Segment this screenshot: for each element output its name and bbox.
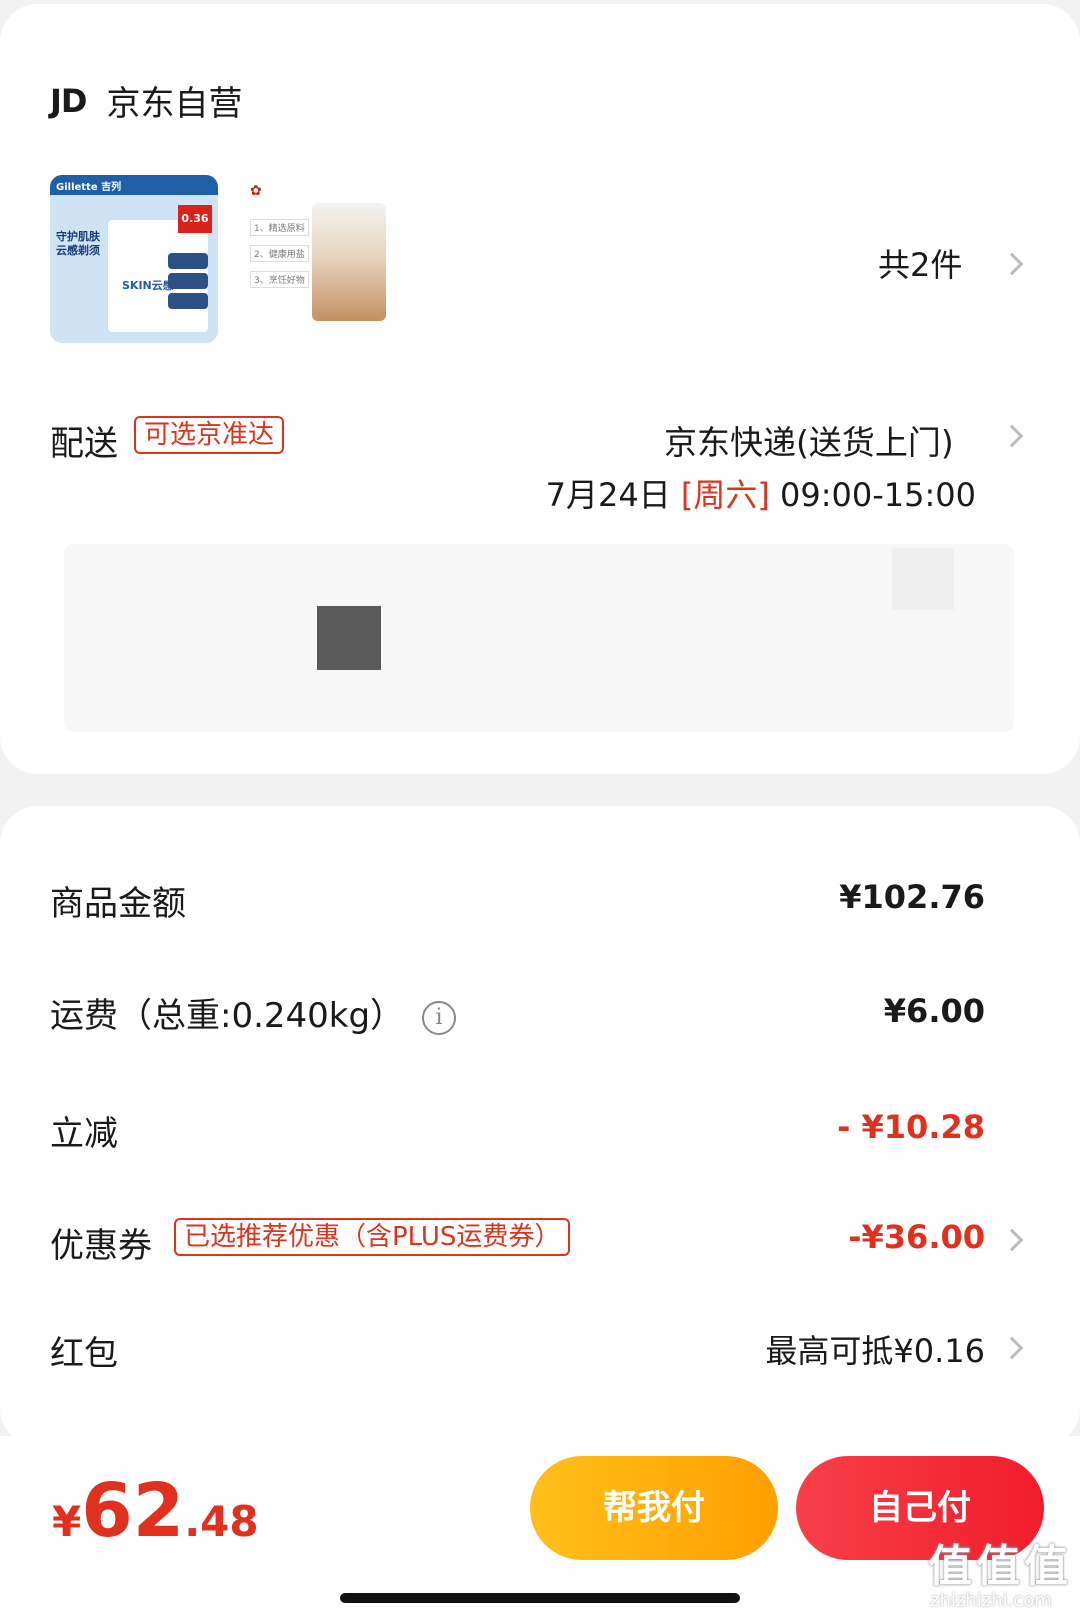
red-packet-label: 红包	[50, 1334, 118, 1374]
item-count[interactable]: 共2件	[878, 240, 962, 286]
product-feature: 2、健康用盐	[250, 245, 309, 262]
delivery-date: 7月24日	[545, 476, 671, 514]
delivery-label: 配送	[50, 424, 118, 464]
goods-amount-label: 商品金额	[50, 884, 186, 924]
coupon-label: 优惠券	[50, 1226, 152, 1266]
delivery-weekday: [周六]	[680, 476, 770, 514]
brand-logo-icon: ✿	[250, 183, 262, 199]
freight-label: 运费（总重:0.240kg）	[50, 996, 405, 1036]
delivery-time-range: 09:00-15:00	[780, 476, 976, 514]
redaction-block	[317, 606, 381, 670]
product-tagline: 守护肌肤 云感剃须	[56, 230, 100, 257]
coupon-tag[interactable]: 已选推荐优惠（含PLUS运费券）	[174, 1218, 571, 1256]
info-icon[interactable]: i	[422, 1000, 457, 1035]
total-integer: 62	[81, 1468, 185, 1554]
product-model: SKIN云感	[122, 279, 174, 292]
address-panel-redacted[interactable]	[64, 544, 1014, 732]
watermark: 值值值	[928, 1541, 1072, 1592]
home-indicator[interactable]	[340, 1593, 740, 1603]
total-currency: ¥	[52, 1497, 82, 1546]
price-tag: 0.36元	[178, 205, 212, 253]
redaction-block	[892, 548, 954, 610]
delivery-time[interactable]: 7月24日 [周六] 09:00-15:00	[546, 470, 976, 516]
product-thumbnail-salt[interactable]: ✿ 1、精选原料 2、健康用盐 3、烹饪好物	[246, 175, 414, 343]
freight-row: 运费（总重:0.240kg） i	[50, 988, 457, 1037]
total-decimal: .48	[184, 1497, 259, 1546]
product-thumbnail-gillette[interactable]: Gillette 吉列 守护肌肤 云感剃须 SKIN云感 0.36元	[50, 175, 218, 343]
instant-discount-value: - ¥10.28	[837, 1108, 985, 1146]
shop-name: 京东自营	[106, 84, 243, 124]
goods-amount-value: ¥102.76	[839, 878, 985, 916]
watermark-url: zhizhizhi.com	[930, 1590, 1052, 1611]
red-packet-value[interactable]: 最高可抵¥0.16	[765, 1326, 985, 1372]
product-brand: Gillette 吉列	[56, 182, 122, 193]
order-total: ¥62.48	[52, 1468, 259, 1554]
product-feature: 1、精选原料	[250, 219, 309, 236]
shop-header: JD 京东自营	[50, 76, 242, 125]
help-me-pay-button[interactable]: 帮我付	[530, 1456, 778, 1560]
jd-punctual-tag[interactable]: 可选京准达	[134, 416, 285, 454]
jd-logo: JD	[50, 81, 87, 120]
freight-value: ¥6.00	[883, 992, 985, 1030]
delivery-method[interactable]: 京东快递(送货上门)	[664, 416, 954, 464]
salt-bag-image	[312, 203, 386, 321]
coupon-value[interactable]: -¥36.00	[848, 1218, 985, 1256]
instant-discount-label: 立减	[50, 1114, 118, 1154]
product-feature: 3、烹饪好物	[250, 271, 309, 288]
